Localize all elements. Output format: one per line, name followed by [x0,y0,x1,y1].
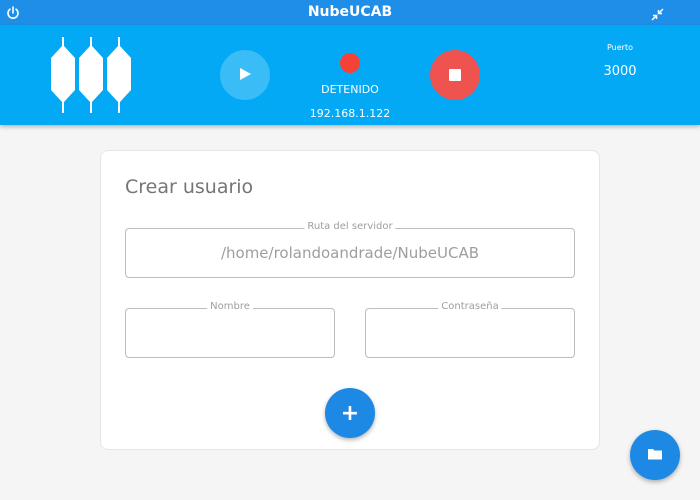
server-path-input[interactable] [126,229,574,277]
card-title: Crear usuario [125,176,254,198]
server-header: DETENIDO 192.168.1.122 Puerto 3000 [0,25,700,125]
stop-icon [449,69,461,81]
folder-icon [647,446,663,465]
start-server-button[interactable] [220,50,270,100]
shrink-icon[interactable] [651,6,664,21]
port-value: 3000 [603,64,637,79]
name-field: Nombre [125,301,335,358]
add-user-button[interactable]: + [325,388,375,438]
play-icon [238,66,252,85]
plus-icon: + [340,400,360,426]
nubeucab-logo [48,35,132,115]
open-folder-button[interactable] [630,430,680,480]
port-label: Puerto [607,43,633,52]
name-label: Nombre [207,301,253,312]
password-field: Contraseña [365,301,575,358]
server-ip: 192.168.1.122 [309,107,391,120]
name-input[interactable] [126,309,334,357]
window-title: NubeUCAB [307,4,393,20]
server-path-label: Ruta del servidor [304,221,396,232]
password-input[interactable] [366,309,574,357]
password-label: Contraseña [438,301,502,312]
server-path-field: Ruta del servidor [125,221,575,278]
server-status: DETENIDO [321,83,379,96]
stop-server-button[interactable] [430,50,480,100]
create-user-card: Crear usuario Ruta del servidor Nombre C… [100,150,600,450]
status-indicator [340,53,360,73]
window-titlebar: NubeUCAB [0,0,700,25]
